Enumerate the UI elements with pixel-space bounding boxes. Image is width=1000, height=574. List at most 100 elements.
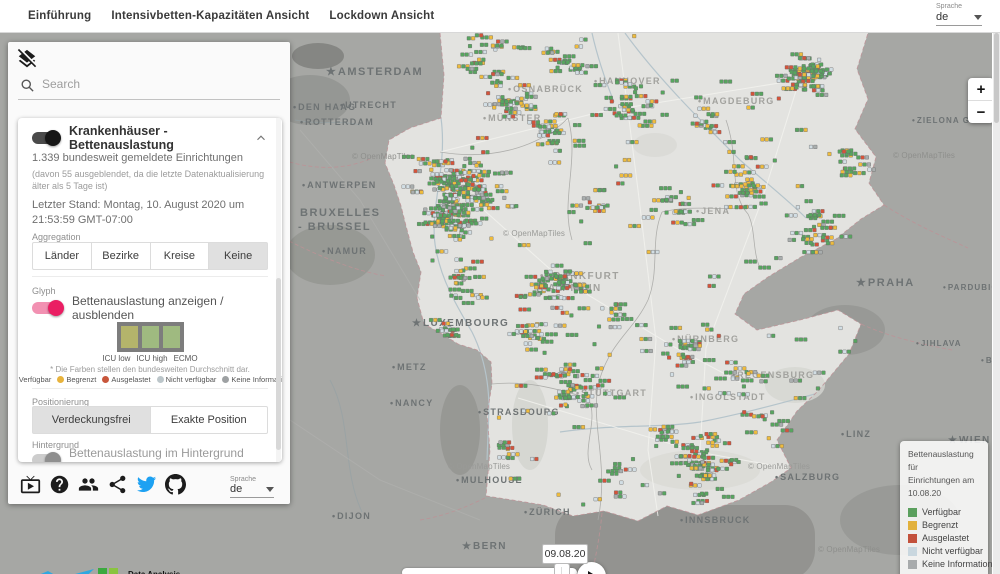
map-legend-panel: Bettenauslastung für Einrichtungen am 10… <box>900 441 988 574</box>
legend-color-square <box>908 521 917 530</box>
legend-color-square <box>908 547 917 556</box>
search-row <box>18 72 280 100</box>
status-dot <box>222 376 229 383</box>
control-sidebar: Krankenhäuser - Bettenauslastung 1.339 b… <box>8 42 290 504</box>
nav-items: Einführung Intensivbetten-Kapazitäten Ans… <box>0 10 434 22</box>
status-legend-item-keine-information: Keine Information <box>222 375 282 384</box>
background-toggle-row: Bettenauslastung im Hintergrund anzeigen… <box>32 450 268 462</box>
github-icon[interactable] <box>165 474 186 495</box>
aggregation-option-kreise[interactable]: Kreise <box>151 242 210 270</box>
status-legend-item-verfügbar: Verfügbar <box>18 375 51 384</box>
video-tutorial-icon[interactable] <box>20 474 41 495</box>
glyph-preview-cell-ecmo <box>163 326 180 348</box>
aggregation-button-group: LänderBezirkeKreiseKeine <box>32 242 268 270</box>
aggregation-option-länder[interactable]: Länder <box>32 242 92 270</box>
legend-items: Verfügbar Begrenzt Ausgelastet Nicht verfüg… <box>908 507 981 569</box>
glyph-toggle-label: Bettenauslastung anzeigen / ausblenden <box>72 294 268 322</box>
play-icon <box>588 571 598 574</box>
nav-item-lockdown-ansicht[interactable]: Lockdown Ansicht <box>329 10 434 22</box>
timeline-date-tooltip: 09.08.20 <box>542 544 588 564</box>
glyph-preview-labels: ICU low ICU high ECMO <box>32 354 268 363</box>
dav-logo-icon <box>96 566 126 574</box>
status-legend-item-ausgelastet: Ausgelastet <box>102 375 150 384</box>
status-dot <box>57 376 64 383</box>
divider <box>32 388 268 389</box>
status-legend-inline: VerfügbarBegrenztAusgelastetNicht verfüg… <box>32 375 268 384</box>
chevron-down-icon <box>974 15 982 20</box>
glyph-preview-cell-icu-high <box>142 326 159 348</box>
team-icon[interactable] <box>78 474 99 495</box>
search-icon <box>20 78 35 93</box>
legend-item-ausgelastet: Ausgelastet <box>908 533 981 543</box>
status-dot <box>102 376 109 383</box>
map-zoom-control: + − <box>968 78 992 123</box>
last-update-text: Letzter Stand: Montag, 10. August 2020 u… <box>32 198 258 228</box>
status-legend-item-nicht-verfügbar: Nicht verfügbar <box>157 375 217 384</box>
background-toggle-label: Bettenauslastung im Hintergrund anzeigen… <box>69 446 268 462</box>
share-icon[interactable] <box>107 474 128 495</box>
positioning-button-group: VerdeckungsfreiExakte Position <box>32 406 268 434</box>
glyph-preview-cell-icu-low <box>121 326 138 348</box>
facility-count-text: 1.339 bundesweit gemeldete Einrichtungen <box>32 152 268 164</box>
glyph-preview-cell-label: ICU high <box>136 354 167 363</box>
visual-computing-logo[interactable]: Visual Computing <box>4 566 104 574</box>
collapse-chevron-up-icon[interactable] <box>254 131 268 145</box>
glyph-footnote: * Die Farben stellen den bundesweiten Du… <box>32 365 268 374</box>
facility-count-note: (davon 55 ausgeblendet, da die letzte Da… <box>32 168 268 192</box>
timeline-slider-handle[interactable] <box>554 563 570 574</box>
legend-date: 10.08.20 <box>908 487 981 500</box>
layer-card-header: Krankenhäuser - Bettenauslastung <box>32 128 268 148</box>
nav-item-einführung[interactable]: Einführung <box>28 10 91 22</box>
glyph-preview <box>32 322 268 352</box>
language-select[interactable]: Sprache de <box>936 3 982 26</box>
help-icon[interactable] <box>49 474 70 495</box>
status-legend-item-begrenzt: Begrenzt <box>57 375 96 384</box>
legend-item-keine-information: Keine Information <box>908 559 981 569</box>
layer-card: Krankenhäuser - Bettenauslastung 1.339 b… <box>18 118 282 462</box>
timeline-slider-track[interactable] <box>402 568 577 574</box>
divider <box>32 276 268 277</box>
legend-title-line: Bettenauslastung für <box>908 448 981 474</box>
sidebar-language-label: Sprache <box>230 476 274 483</box>
nav-item-intensivbetten-kapazitäten-ansicht[interactable]: Intensivbetten-Kapazitäten Ansicht <box>111 10 309 22</box>
sidebar-toolbar: Sprache de <box>8 464 290 504</box>
dav-logo[interactable]: Data Analysis and Visualization <box>96 566 236 574</box>
glyph-visibility-toggle[interactable] <box>32 302 62 314</box>
legend-item-begrenzt: Begrenzt <box>908 520 981 530</box>
page-scrollbar[interactable] <box>993 33 1000 574</box>
sidebar-language-select[interactable]: Sprache de <box>230 476 274 498</box>
top-nav: Einführung Intensivbetten-Kapazitäten Ans… <box>0 0 1000 33</box>
background-visibility-toggle[interactable] <box>32 454 59 462</box>
aggregation-option-bezirke[interactable]: Bezirke <box>92 242 151 270</box>
scrollbar-thumb[interactable] <box>994 33 999 123</box>
layers-off-icon[interactable] <box>16 48 38 70</box>
sidebar-language-value: de <box>230 483 242 495</box>
search-input[interactable] <box>40 76 264 92</box>
legend-color-square <box>908 534 917 543</box>
zoom-in-button[interactable]: + <box>968 78 992 100</box>
status-dot <box>157 376 164 383</box>
legend-color-square <box>908 560 917 569</box>
app-root: ★AMSTERDAM•DEN HAAG•UTRECHT•ROTTERDAM•AN… <box>0 0 1000 574</box>
legend-item-nicht-verfügbar: Nicht verfügbar <box>908 546 981 556</box>
card-scrollbar-thumb[interactable] <box>276 278 281 450</box>
zoom-out-button[interactable]: − <box>968 101 992 123</box>
legend-title-line: Einrichtungen am <box>908 474 981 487</box>
layer-card-title: Krankenhäuser - Bettenauslastung <box>69 124 244 152</box>
twitter-icon[interactable] <box>136 474 157 495</box>
language-label: Sprache <box>936 3 982 10</box>
positioning-option-verdeckungsfrei[interactable]: Verdeckungsfrei <box>32 406 151 434</box>
aggregation-label: Aggregation <box>32 232 268 242</box>
legend-item-verfügbar: Verfügbar <box>908 507 981 517</box>
glyph-preview-cell-label: ECMO <box>174 354 198 363</box>
legend-color-square <box>908 508 917 517</box>
glyph-preview-box <box>117 322 184 352</box>
aggregation-option-keine[interactable]: Keine <box>209 242 268 270</box>
language-value: de <box>936 11 948 23</box>
visual-computing-logo-icon <box>4 566 104 574</box>
glyph-preview-cell-label: ICU low <box>102 354 130 363</box>
dav-logo-text: Data Analysis and Visualization <box>128 570 193 574</box>
layer-visibility-toggle[interactable] <box>32 132 59 144</box>
glyph-toggle-row: Bettenauslastung anzeigen / ausblenden <box>32 298 268 318</box>
positioning-option-exakte-position[interactable]: Exakte Position <box>151 406 269 434</box>
